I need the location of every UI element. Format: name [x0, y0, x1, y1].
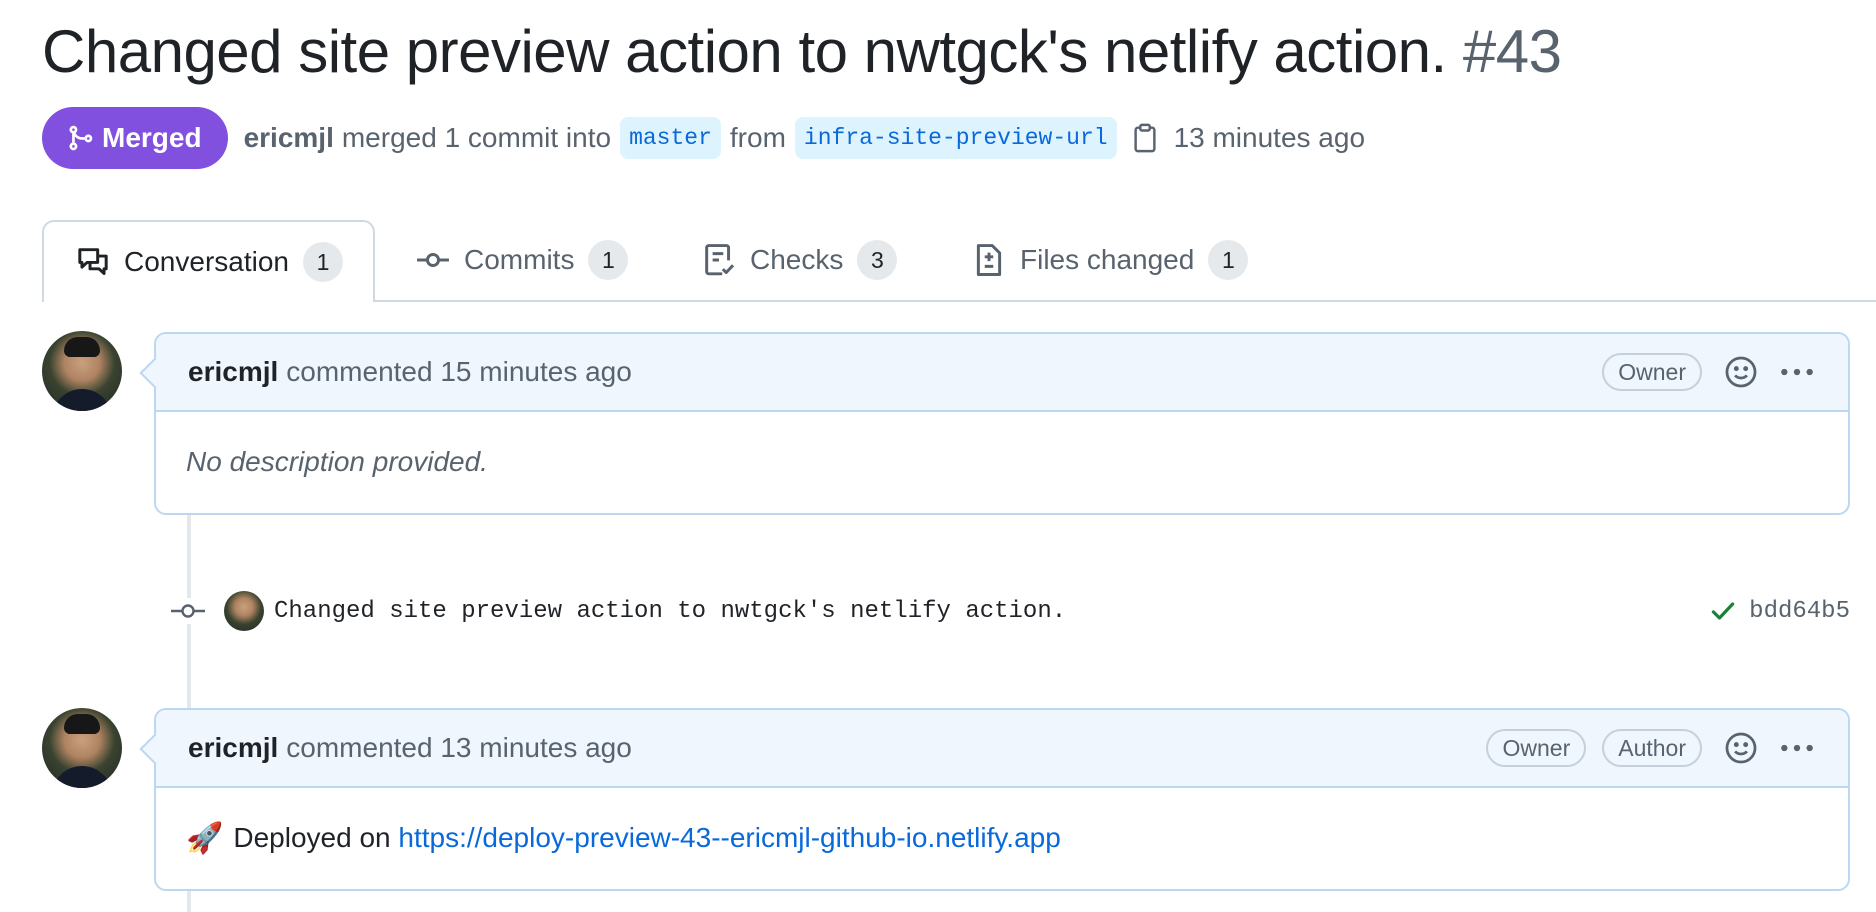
- comment-meta[interactable]: commented 13 minutes ago: [286, 732, 632, 764]
- comment-header: ericmjl commented 13 minutes ago Owner A…: [156, 710, 1848, 788]
- head-branch-link[interactable]: infra-site-preview-url: [794, 117, 1117, 159]
- kebab-horizontal-icon[interactable]: [1778, 355, 1816, 389]
- tab-label: Files changed: [1020, 244, 1195, 275]
- owner-label: Owner: [1602, 353, 1702, 391]
- commit-author-avatar[interactable]: [224, 591, 264, 631]
- tab-conversation[interactable]: Conversation 1: [42, 220, 375, 302]
- comment-header: ericmjl commented 15 minutes ago Owner: [156, 334, 1848, 412]
- commit-message-link[interactable]: Changed site preview action to nwtgck's …: [274, 598, 1066, 625]
- pr-title-text: Changed site preview action to nwtgck's …: [42, 18, 1447, 85]
- merged-state-badge: Merged: [42, 107, 228, 169]
- owner-label: Owner: [1486, 729, 1587, 767]
- kebab-horizontal-icon[interactable]: [1778, 731, 1816, 765]
- tab-commits[interactable]: Commits 1: [416, 220, 629, 300]
- avatar[interactable]: [42, 331, 122, 411]
- git-commit-icon: [417, 252, 449, 268]
- author-label: Author: [1602, 729, 1702, 767]
- git-commit-icon: [170, 598, 206, 624]
- git-merge-icon: [69, 125, 93, 151]
- comment-body: No description provided.: [186, 446, 488, 477]
- comment-box: ericmjl commented 15 minutes ago Owner N…: [154, 332, 1850, 515]
- smiley-icon[interactable]: [1724, 355, 1758, 389]
- checklist-icon: [705, 244, 735, 276]
- deploy-text: Deployed on: [233, 822, 391, 853]
- rocket-icon: 🚀: [186, 821, 224, 855]
- base-branch-link[interactable]: master: [620, 117, 721, 159]
- copy-icon[interactable]: [1130, 122, 1160, 154]
- deploy-preview-link[interactable]: https://deploy-preview-43--ericmjl-githu…: [398, 822, 1060, 854]
- timeline-commit: Changed site preview action to nwtgck's …: [170, 588, 1850, 634]
- comment-meta[interactable]: commented 15 minutes ago: [286, 356, 632, 388]
- merge-action-text: merged 1 commit into: [341, 122, 612, 153]
- from-text: from: [729, 122, 786, 153]
- commit-sha-link[interactable]: bdd64b5: [1749, 598, 1850, 625]
- tab-counter: 3: [857, 240, 898, 280]
- avatar[interactable]: [42, 708, 122, 788]
- tab-checks[interactable]: Checks 3: [702, 220, 898, 300]
- tab-counter: 1: [302, 242, 343, 282]
- tab-counter: 1: [588, 240, 629, 280]
- pr-title: Changed site preview action to nwtgck's …: [42, 14, 1562, 90]
- smiley-icon[interactable]: [1724, 731, 1758, 765]
- merge-summary: ericmjl merged 1 commit into master from…: [244, 117, 1365, 159]
- file-diff-icon: [976, 244, 1002, 276]
- pr-meta: Merged ericmjl merged 1 commit into mast…: [42, 106, 1365, 170]
- comment-author[interactable]: ericmjl: [188, 356, 278, 388]
- pr-tabs: Conversation 1 Commits 1 Checks 3 Files …: [42, 220, 1876, 302]
- tab-files-changed[interactable]: Files changed 1: [972, 220, 1249, 300]
- comment-discussion-icon: [78, 248, 108, 275]
- pr-author-link[interactable]: ericmjl: [244, 122, 334, 154]
- tab-label: Checks: [750, 244, 844, 275]
- pr-number: #43: [1462, 18, 1562, 85]
- tab-label: Commits: [464, 244, 575, 275]
- state-label: Merged: [102, 122, 202, 153]
- comment-box: ericmjl commented 13 minutes ago Owner A…: [154, 708, 1850, 891]
- merge-time: 13 minutes ago: [1173, 122, 1366, 153]
- comment-author[interactable]: ericmjl: [188, 732, 278, 764]
- comment-body: 🚀 Deployed on https://deploy-preview-43-…: [156, 788, 1848, 888]
- tab-label: Conversation: [124, 246, 289, 277]
- check-icon[interactable]: [1709, 597, 1737, 625]
- tab-counter: 1: [1208, 240, 1249, 280]
